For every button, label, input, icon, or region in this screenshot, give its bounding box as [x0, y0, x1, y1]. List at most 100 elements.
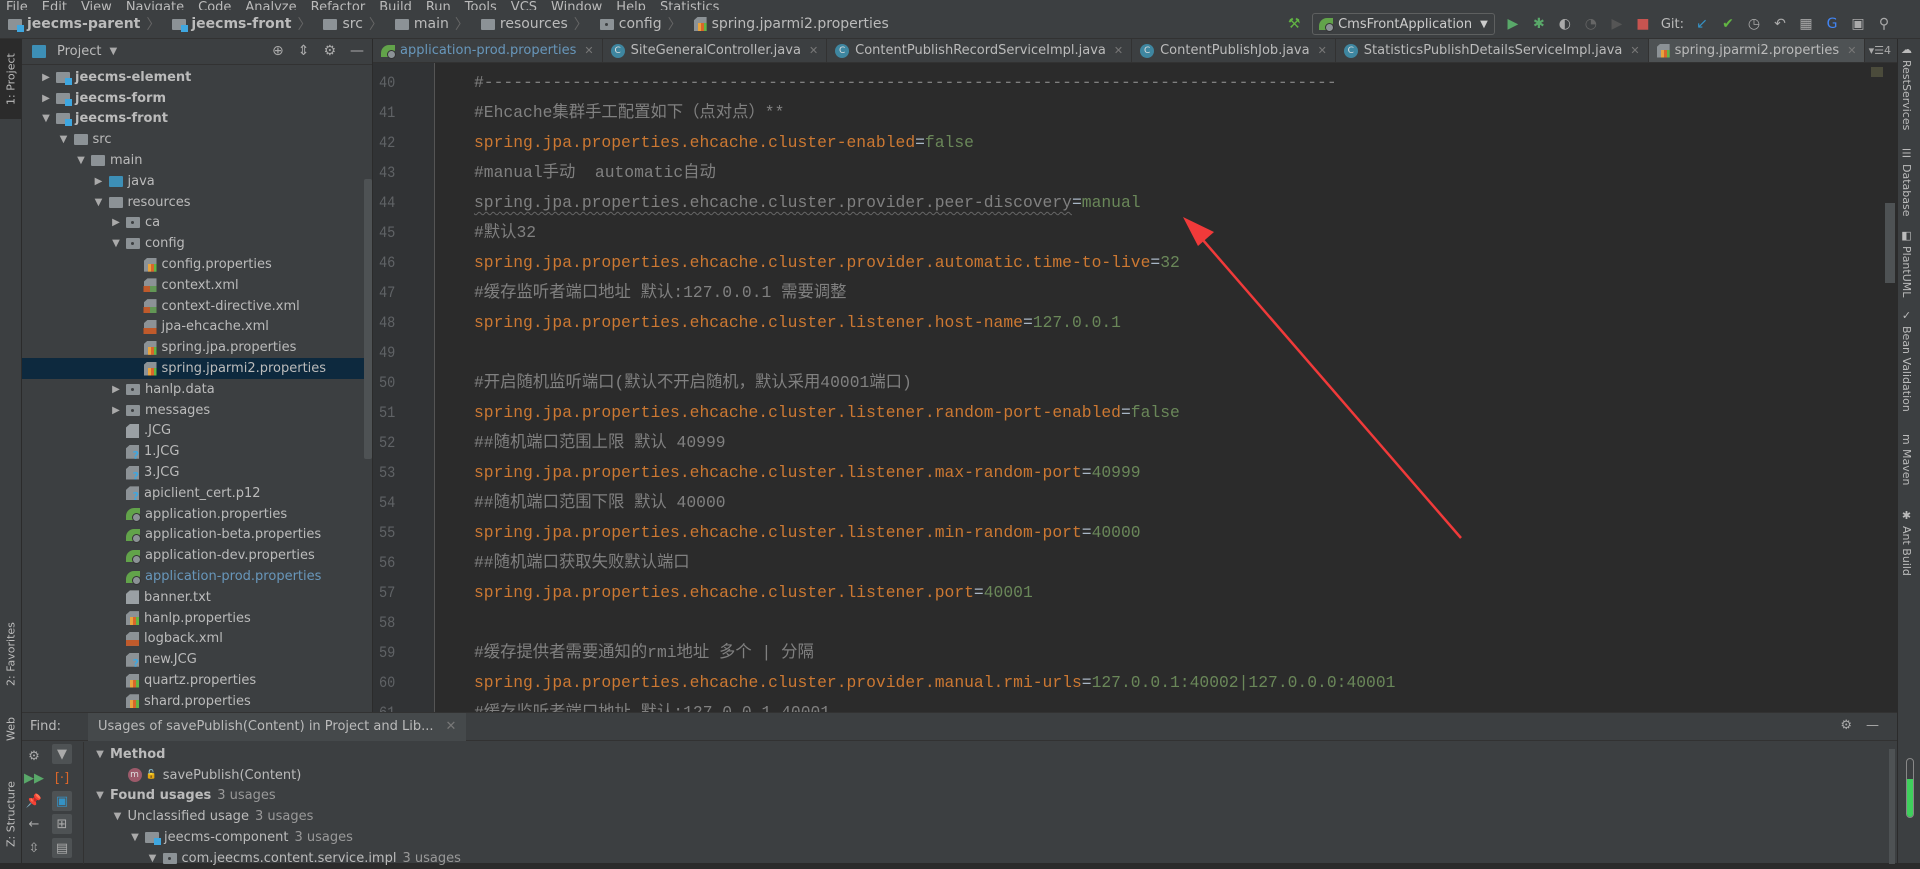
tree-item[interactable]: 1.JCG: [22, 441, 372, 462]
caret-down-icon[interactable]: ▼: [110, 811, 126, 822]
menu-item-build[interactable]: Build: [379, 0, 412, 10]
tree-item[interactable]: spring.jpa.properties: [22, 337, 372, 358]
menu-item-file[interactable]: File: [6, 0, 28, 10]
group-by-module-icon[interactable]: ⊞: [52, 814, 72, 834]
expand-all-icon[interactable]: ⇳: [24, 838, 44, 858]
inspection-status-marker[interactable]: [1871, 67, 1883, 77]
tree-item[interactable]: spring.jparmi2.properties: [22, 358, 372, 379]
filter-icon[interactable]: ▼: [52, 744, 72, 764]
resume-icon[interactable]: ▶: [1609, 16, 1625, 32]
preview-icon[interactable]: ▣: [52, 791, 72, 811]
tool-window-maven[interactable]: m Maven: [1900, 434, 1913, 485]
tree-item[interactable]: quartz.properties: [22, 670, 372, 691]
tool-window-project[interactable]: 1: Project: [0, 39, 22, 119]
caret-down-icon[interactable]: ▼: [127, 832, 143, 843]
tree-item[interactable]: .JCG: [22, 421, 372, 442]
menu-item-tools[interactable]: Tools: [465, 0, 497, 10]
breadcrumb-item[interactable]: resources 〉: [473, 14, 592, 34]
caret-right-icon[interactable]: ▶: [38, 72, 54, 83]
gear-icon[interactable]: ⚙: [323, 43, 336, 59]
presentation-icon[interactable]: ▣: [1850, 16, 1866, 32]
editor-tab[interactable]: spring.jparmi2.properties ✕: [1648, 39, 1866, 62]
tool-window-structure[interactable]: Z: Structure: [0, 767, 22, 862]
close-icon[interactable]: ✕: [446, 719, 457, 734]
tree-item[interactable]: ▶ java: [22, 171, 372, 192]
close-icon[interactable]: ✕: [1847, 44, 1856, 57]
tree-item[interactable]: ▶ hanlp.data: [22, 379, 372, 400]
git-update-icon[interactable]: ↙: [1694, 16, 1710, 32]
project-structure-icon[interactable]: ▦: [1798, 16, 1814, 32]
tree-item[interactable]: ▼ main: [22, 150, 372, 171]
tree-item[interactable]: logback.xml: [22, 629, 372, 650]
caret-down-icon[interactable]: ▼: [56, 134, 72, 145]
menu-item-edit[interactable]: Edit: [42, 0, 67, 10]
caret-down-icon[interactable]: ▼: [145, 853, 161, 864]
tree-item[interactable]: ▼ resources: [22, 192, 372, 213]
tree-item[interactable]: ▶ jeecms-element: [22, 67, 372, 88]
profile-icon[interactable]: ◔: [1583, 16, 1599, 32]
tree-item[interactable]: ▶ ca: [22, 213, 372, 234]
menu-item-navigate[interactable]: Navigate: [126, 0, 184, 10]
collapse-all-icon[interactable]: ⇕: [298, 43, 310, 59]
caret-right-icon[interactable]: ▶: [108, 384, 124, 395]
find-usages-tab[interactable]: Usages of savePublish(Content) in Projec…: [88, 712, 467, 741]
tree-item[interactable]: application-dev.properties: [22, 545, 372, 566]
back-arrow-icon[interactable]: ←: [24, 814, 44, 834]
hide-panel-icon[interactable]: —: [1866, 718, 1879, 733]
close-icon[interactable]: ✕: [1318, 44, 1327, 57]
tree-item[interactable]: context.xml: [22, 275, 372, 296]
tool-window-web[interactable]: Web: [0, 709, 22, 749]
breadcrumb-item[interactable]: jeecms-parent 〉: [0, 14, 164, 34]
tree-item[interactable]: application-prod.properties: [22, 566, 372, 587]
close-icon[interactable]: ✕: [1114, 44, 1123, 57]
rerun-icon[interactable]: ▶▶: [24, 768, 44, 788]
project-scrollbar[interactable]: [364, 179, 372, 459]
caret-right-icon[interactable]: ▶: [108, 405, 124, 416]
gear-icon[interactable]: ⚙: [24, 746, 44, 766]
usage-tree-item[interactable]: ▼ com.jeecms.content.service.impl 3 usages: [145, 848, 461, 869]
locate-file-icon[interactable]: ⊕: [272, 43, 284, 59]
breadcrumb-item[interactable]: main 〉: [387, 14, 473, 34]
tree-item[interactable]: application.properties: [22, 504, 372, 525]
tree-item[interactable]: 3.JCG: [22, 462, 372, 483]
tree-item[interactable]: ▼ config: [22, 233, 372, 254]
run-with-coverage-icon[interactable]: ◐: [1557, 16, 1573, 32]
close-icon[interactable]: ✕: [584, 44, 593, 57]
caret-down-icon[interactable]: ▼: [73, 155, 89, 166]
gear-icon[interactable]: ⚙: [1840, 718, 1852, 733]
close-icon[interactable]: ✕: [1630, 44, 1639, 57]
menu-item-refactor[interactable]: Refactor: [311, 0, 366, 10]
menu-item-statistics[interactable]: Statistics: [660, 0, 719, 10]
tree-item[interactable]: banner.txt: [22, 587, 372, 608]
caret-down-icon[interactable]: ▼: [108, 238, 124, 249]
menu-item-vcs[interactable]: VCS: [511, 0, 537, 10]
breadcrumb-item[interactable]: src 〉: [315, 14, 386, 34]
tree-item[interactable]: new.JCG: [22, 649, 372, 670]
project-view-selector[interactable]: Project: [57, 44, 101, 59]
tree-item[interactable]: application-beta.properties: [22, 525, 372, 546]
caret-right-icon[interactable]: ▶: [38, 93, 54, 104]
menu-item-analyze[interactable]: Analyze: [245, 0, 296, 10]
pin-icon[interactable]: 📌: [24, 791, 44, 811]
breadcrumb-item[interactable]: spring.jparmi2.properties: [686, 14, 893, 34]
usage-tree-item[interactable]: m 🔓 savePublish(Content): [110, 765, 301, 786]
code-editor[interactable]: 40 41 42 43 44 45 46 47 48 49 50 51 52 53 54 55 56 57 58 59…: [373, 63, 1897, 712]
tree-item[interactable]: jpa-ehcache.xml: [22, 317, 372, 338]
git-commit-icon[interactable]: ✔: [1720, 16, 1736, 32]
caret-right-icon[interactable]: ▶: [91, 176, 107, 187]
run-configuration-select[interactable]: CmsFrontApplication ▼: [1312, 13, 1495, 35]
menu-item-window[interactable]: Window: [551, 0, 602, 10]
git-history-icon[interactable]: ◷: [1746, 16, 1762, 32]
menu-item-view[interactable]: View: [81, 0, 112, 10]
caret-down-icon[interactable]: ▼: [92, 749, 108, 760]
tree-item[interactable]: apiclient_cert.p12: [22, 483, 372, 504]
tool-window-database[interactable]: ☰ Database: [1900, 147, 1913, 217]
tool-window-restservices[interactable]: ☁ RestServices: [1900, 43, 1913, 130]
tree-item[interactable]: ▼ jeecms-front: [22, 109, 372, 130]
usage-tree-item[interactable]: ▼ Method: [92, 744, 165, 765]
merge-icon[interactable]: [·]: [52, 768, 72, 788]
usage-tree-item[interactable]: ▼ jeecms-component 3 usages: [127, 827, 353, 848]
run-icon[interactable]: ▶: [1505, 16, 1521, 32]
editor-tab[interactable]: C StatisticsPublishDetailsServiceImpl.jav…: [1336, 39, 1649, 62]
editor-tab[interactable]: application-prod.properties ✕: [373, 39, 603, 62]
